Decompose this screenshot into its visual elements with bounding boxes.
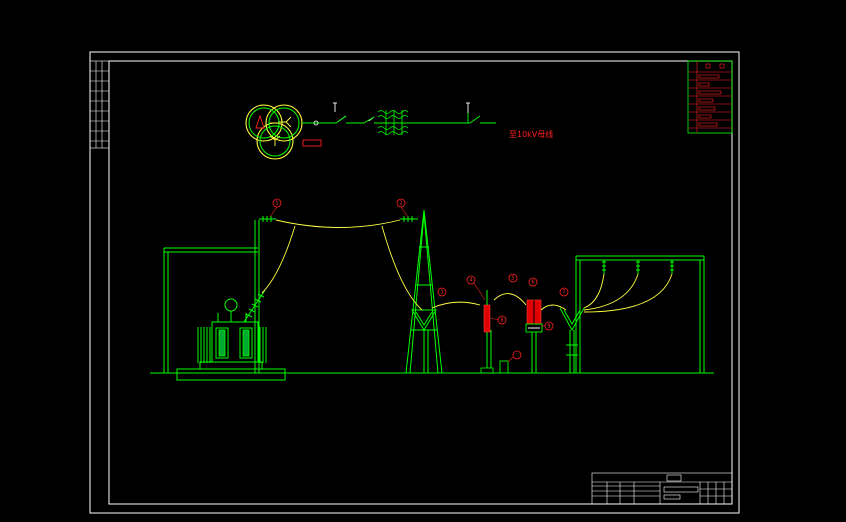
title-block	[591, 472, 733, 505]
svg-text:5: 5	[511, 276, 514, 282]
lattice-tower	[405, 209, 443, 374]
svg-text:3: 3	[440, 290, 443, 296]
insulator-string-right	[400, 216, 418, 222]
balloon-2: 2	[396, 198, 409, 218]
balloon-9: 9	[541, 321, 554, 331]
power-transformer	[197, 298, 267, 363]
balloon-4: 4	[466, 275, 486, 301]
balloon-10	[507, 350, 522, 363]
right-gantry	[575, 255, 705, 373]
counter-box	[499, 360, 509, 374]
equipment-table	[687, 60, 733, 134]
outer-sheet-border	[89, 51, 740, 514]
inner-sheet-border	[108, 60, 733, 505]
balloon-1: 1	[269, 198, 282, 218]
left-index-strip	[89, 60, 110, 149]
svg-text:9: 9	[547, 324, 550, 330]
bus-label: 至10kV母线	[509, 129, 553, 139]
balloon-5: 5	[508, 273, 518, 283]
current-transformer-group	[377, 110, 409, 135]
svg-text:8: 8	[500, 318, 503, 324]
svg-text:1: 1	[275, 201, 278, 207]
balloon-8: 8	[490, 315, 507, 325]
svg-text:7: 7	[562, 290, 565, 296]
surge-arrester	[480, 290, 494, 374]
current-transformer-post	[525, 299, 543, 373]
svg-text:6: 6	[531, 280, 534, 286]
transformer-foundation	[176, 361, 286, 381]
overhead-conductors	[261, 219, 673, 313]
disconnector-1	[333, 102, 375, 124]
single-line-schematic: 至10kV母线	[245, 102, 553, 160]
disconnector-2	[466, 102, 470, 113]
balloon-6: 6	[528, 277, 538, 287]
svg-text:2: 2	[399, 201, 402, 207]
svg-text:4: 4	[469, 278, 472, 284]
insulator-string-left	[259, 216, 276, 222]
balloon-7: 7	[559, 287, 569, 297]
substation-elevation: 1 2 3 4 5 6 7 8 9	[150, 198, 714, 381]
balloon-callouts: 1 2 3 4 5 6 7 8 9	[269, 198, 569, 363]
cad-drawing-canvas: 至10kV母线 1 2 3 4 5 6 7 8 9	[89, 51, 740, 514]
transformer-symbol	[245, 104, 303, 160]
balloon-3: 3	[437, 287, 447, 297]
transformer-tag-box	[302, 139, 322, 147]
